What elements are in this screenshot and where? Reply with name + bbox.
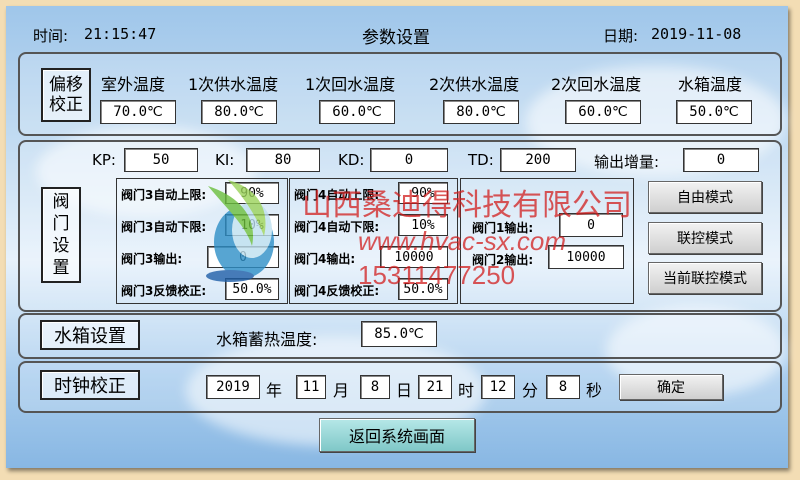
date-value: 2019-11-08 (651, 25, 742, 43)
valve3-feedback-label: 阀门3反馈校正: (121, 284, 207, 298)
ki-label: KI: (215, 151, 235, 169)
output-gain-label: 输出增量: (594, 153, 660, 171)
offset-label-primary-supply: 1次供水温度 (188, 75, 279, 94)
time-label: 时间: (33, 27, 69, 45)
offset-label-secondary-supply: 2次供水温度 (429, 75, 520, 94)
valve3-upper-label: 阀门3自动上限: (121, 188, 207, 202)
kp-label: KP: (92, 151, 116, 169)
page-title: 参数设置 (362, 28, 430, 48)
time-value: 21:15:47 (84, 25, 157, 43)
watermark-logo (198, 176, 282, 288)
clock-section-label: 时钟校正 (40, 370, 140, 400)
clock-confirm-button[interactable]: 确定 (619, 374, 723, 400)
date-label: 日期: (603, 27, 639, 45)
free-mode-button[interactable]: 自由模式 (648, 181, 762, 213)
watermark-phone: 15311477250 (358, 260, 516, 290)
output-gain-input[interactable]: 0 (683, 148, 759, 172)
clock-hour-unit: 时 (458, 381, 475, 400)
kp-input[interactable]: 50 (124, 148, 198, 172)
kd-input[interactable]: 0 (370, 148, 448, 172)
valve3-output-label: 阀门3输出: (121, 252, 183, 266)
clock-day-unit: 日 (396, 381, 413, 400)
offset-tank-input[interactable]: 50.0℃ (676, 100, 752, 124)
ki-input[interactable]: 80 (246, 148, 320, 172)
return-system-screen-button[interactable]: 返回系统画面 (319, 418, 475, 452)
clock-month-unit: 月 (333, 381, 350, 400)
offset-label-outdoor: 室外温度 (101, 75, 166, 94)
tank-storage-label: 水箱蓄热温度: (216, 330, 318, 349)
clock-minute-input[interactable]: 12 (481, 375, 515, 399)
offset-label-secondary-return: 2次回水温度 (551, 75, 642, 94)
clock-hour-input[interactable]: 21 (418, 375, 452, 399)
current-mode-button[interactable]: 当前联控模式 (648, 262, 762, 294)
tank-section-label: 水箱设置 (40, 320, 140, 350)
offset-primary-return-input[interactable]: 60.0℃ (319, 100, 395, 124)
clock-year-input[interactable]: 2019 (206, 375, 260, 399)
valve3-lower-label: 阀门3自动下限: (121, 220, 207, 234)
clock-second-input[interactable]: 8 (546, 375, 580, 399)
clock-month-input[interactable]: 11 (296, 375, 326, 399)
valve4-output-label: 阀门4输出: (294, 252, 356, 266)
offset-section-label: 偏移校正 (41, 68, 91, 122)
valve-section-label: 阀门设置 (41, 187, 81, 283)
td-label: TD: (468, 151, 494, 169)
kd-label: KD: (338, 151, 365, 169)
offset-secondary-return-input[interactable]: 60.0℃ (565, 100, 641, 124)
offset-label-primary-return: 1次回水温度 (305, 75, 396, 94)
watermark-company: 山西桑迪得科技有限公司 (302, 189, 632, 222)
clock-year-unit: 年 (266, 381, 283, 400)
clock-second-unit: 秒 (586, 381, 603, 400)
offset-label-tank: 水箱温度 (678, 75, 743, 94)
offset-section-text: 偏移校正 (49, 75, 83, 115)
linked-mode-button[interactable]: 联控模式 (648, 222, 762, 254)
clock-minute-unit: 分 (522, 381, 539, 400)
watermark-url: www.hvac-sx.com (358, 226, 567, 256)
td-input[interactable]: 200 (500, 148, 576, 172)
offset-secondary-supply-input[interactable]: 80.0℃ (443, 100, 519, 124)
offset-primary-supply-input[interactable]: 80.0℃ (201, 100, 277, 124)
offset-outdoor-input[interactable]: 70.0℃ (100, 100, 176, 124)
clock-day-input[interactable]: 8 (360, 375, 390, 399)
tank-storage-input[interactable]: 85.0℃ (361, 321, 437, 347)
valve-section-text: 阀门设置 (52, 192, 70, 278)
